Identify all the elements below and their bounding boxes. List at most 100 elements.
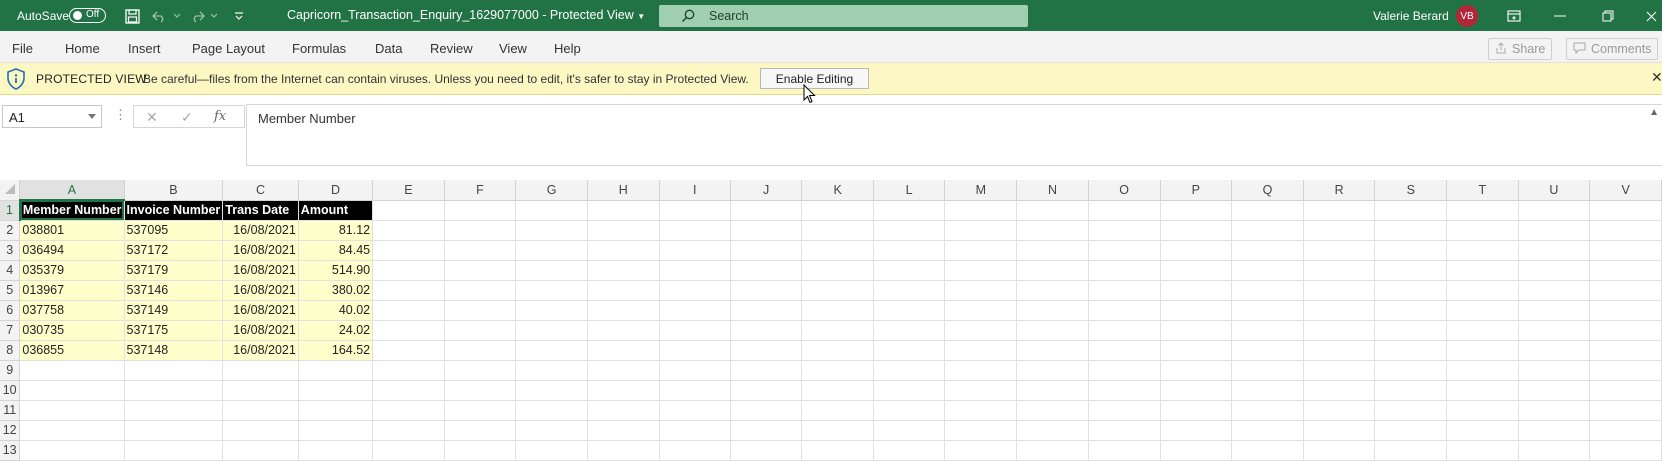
column-header[interactable]: H: [587, 180, 660, 201]
empty-cell[interactable]: [801, 380, 874, 401]
data-cell[interactable]: 537148: [124, 340, 224, 361]
close-icon[interactable]: ✕: [1651, 69, 1662, 86]
empty-cell[interactable]: [1518, 440, 1591, 461]
cell-a1[interactable]: Member Number: [19, 200, 125, 221]
empty-cell[interactable]: [801, 440, 874, 461]
empty-cell[interactable]: [1231, 280, 1304, 301]
empty-cell[interactable]: [1160, 240, 1233, 261]
empty-cell[interactable]: [587, 420, 660, 441]
row-header[interactable]: 13: [0, 440, 21, 461]
empty-cell[interactable]: [1518, 300, 1591, 321]
data-cell[interactable]: 84.45: [298, 240, 374, 261]
redo-icon[interactable]: [188, 7, 206, 25]
empty-cell[interactable]: [659, 300, 731, 321]
empty-cell[interactable]: [1231, 220, 1304, 241]
empty-cell[interactable]: [444, 380, 517, 401]
empty-cell[interactable]: [1446, 320, 1519, 341]
empty-cell[interactable]: [298, 360, 374, 381]
data-cell[interactable]: 16/08/2021: [222, 220, 299, 241]
empty-cell[interactable]: [515, 300, 588, 321]
empty-cell[interactable]: [873, 300, 946, 321]
insert-function-icon[interactable]: fx: [214, 109, 226, 124]
empty-cell[interactable]: [1016, 320, 1089, 341]
empty-cell[interactable]: [1374, 440, 1448, 461]
empty-cell[interactable]: [444, 280, 517, 301]
empty-cell[interactable]: [1374, 280, 1448, 301]
empty-cell[interactable]: [1303, 380, 1376, 401]
data-cell[interactable]: 013967: [19, 280, 125, 301]
empty-cell[interactable]: [1303, 440, 1376, 461]
row-header[interactable]: 2: [0, 220, 21, 241]
menu-data[interactable]: Data: [375, 41, 402, 56]
formula-input[interactable]: Member Number ▲: [246, 104, 1662, 166]
empty-cell[interactable]: [515, 360, 588, 381]
empty-cell[interactable]: [124, 360, 224, 381]
column-header[interactable]: C: [222, 180, 299, 201]
empty-cell[interactable]: [1088, 260, 1161, 281]
empty-cell[interactable]: [1374, 420, 1448, 441]
empty-cell[interactable]: [873, 240, 946, 261]
name-box[interactable]: A1: [2, 105, 102, 128]
empty-cell[interactable]: [1446, 420, 1519, 441]
empty-cell[interactable]: [1016, 280, 1089, 301]
empty-cell[interactable]: [372, 420, 445, 441]
empty-cell[interactable]: [1446, 240, 1519, 261]
empty-cell[interactable]: [1518, 220, 1591, 241]
menu-help[interactable]: Help: [554, 41, 581, 56]
empty-cell[interactable]: [372, 320, 445, 341]
empty-cell[interactable]: [944, 300, 1018, 321]
empty-cell[interactable]: [1589, 220, 1662, 241]
empty-cell[interactable]: [1589, 440, 1662, 461]
empty-cell[interactable]: [298, 440, 374, 461]
empty-cell[interactable]: [1160, 220, 1233, 241]
empty-cell[interactable]: [124, 400, 224, 421]
empty-cell[interactable]: [1231, 240, 1304, 261]
empty-cell[interactable]: [730, 300, 803, 321]
document-title[interactable]: Capricorn_Transaction_Enquiry_1629077000…: [287, 8, 645, 22]
undo-dropdown-icon[interactable]: [172, 7, 182, 25]
empty-cell[interactable]: [1374, 340, 1448, 361]
empty-cell[interactable]: [1518, 240, 1591, 261]
empty-cell[interactable]: [730, 240, 803, 261]
menu-insert[interactable]: Insert: [128, 41, 161, 56]
empty-cell[interactable]: [1518, 280, 1591, 301]
column-header[interactable]: N: [1016, 180, 1089, 201]
empty-cell[interactable]: [1446, 440, 1519, 461]
empty-cell[interactable]: [730, 380, 803, 401]
empty-cell[interactable]: [587, 380, 660, 401]
empty-cell[interactable]: [515, 420, 588, 441]
empty-cell[interactable]: [1446, 300, 1519, 321]
comments-button[interactable]: Comments: [1566, 38, 1659, 60]
empty-cell[interactable]: [124, 440, 224, 461]
data-cell[interactable]: 036494: [19, 240, 125, 261]
empty-cell[interactable]: [587, 260, 660, 281]
column-header[interactable]: G: [515, 180, 588, 201]
empty-cell[interactable]: [1374, 400, 1448, 421]
empty-cell[interactable]: [730, 340, 803, 361]
empty-cell[interactable]: [1160, 340, 1233, 361]
data-cell[interactable]: 537175: [124, 320, 224, 341]
row-header[interactable]: 6: [0, 300, 21, 321]
empty-cell[interactable]: [1518, 340, 1591, 361]
empty-cell[interactable]: [1016, 300, 1089, 321]
empty-cell[interactable]: [730, 260, 803, 281]
empty-cell[interactable]: [372, 280, 445, 301]
cancel-icon[interactable]: ✕: [146, 109, 158, 126]
empty-cell[interactable]: [873, 320, 946, 341]
empty-cell[interactable]: [222, 400, 299, 421]
empty-cell[interactable]: [1446, 400, 1519, 421]
empty-cell[interactable]: [1016, 200, 1089, 221]
empty-cell[interactable]: [659, 340, 731, 361]
data-cell[interactable]: 40.02: [298, 300, 374, 321]
data-cell[interactable]: 164.52: [298, 340, 374, 361]
empty-cell[interactable]: [944, 240, 1018, 261]
empty-cell[interactable]: [19, 420, 125, 441]
empty-cell[interactable]: [1088, 440, 1161, 461]
empty-cell[interactable]: [1088, 200, 1161, 221]
empty-cell[interactable]: [1303, 200, 1376, 221]
data-cell[interactable]: 380.02: [298, 280, 374, 301]
empty-cell[interactable]: [515, 260, 588, 281]
empty-cell[interactable]: [1446, 380, 1519, 401]
empty-cell[interactable]: [1016, 340, 1089, 361]
empty-cell[interactable]: [1016, 360, 1089, 381]
